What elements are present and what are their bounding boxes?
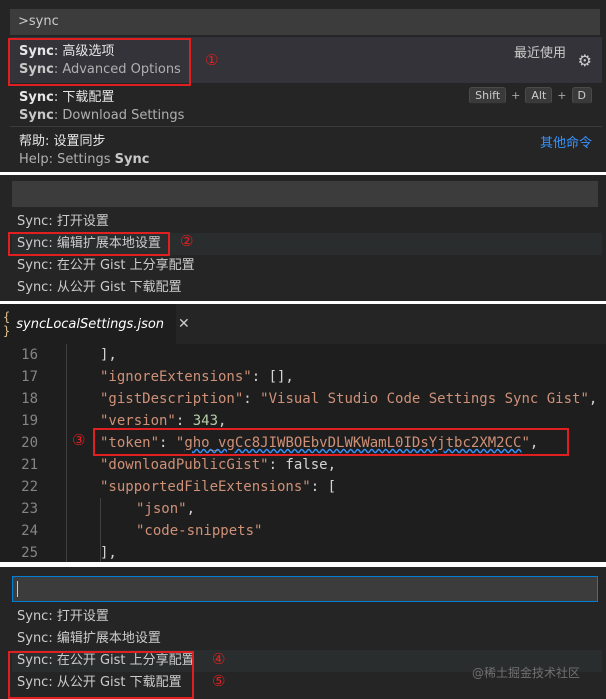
list-item[interactable]: Sync: 从公开 Gist 下载配置 bbox=[12, 277, 602, 299]
code-text: "supportedFileExtensions": [ bbox=[100, 479, 337, 495]
list-item[interactable]: Sync: 编辑扩展本地设置 bbox=[12, 628, 602, 650]
line-number: 19 bbox=[21, 413, 38, 429]
code-line[interactable]: 18 "gistDescription": "Visual Studio Code… bbox=[0, 388, 606, 410]
list-item[interactable]: Sync: 打开设置 bbox=[12, 211, 602, 233]
close-icon[interactable]: ✕ bbox=[178, 316, 190, 332]
command-item-label: 帮助: 设置同步 bbox=[19, 134, 106, 149]
code-text: "token": "gho_vgCc8JIWBOEbvDLWKWamL0IDsY… bbox=[100, 435, 539, 451]
command-item-detail-prefix: Sync bbox=[19, 108, 54, 123]
line-number: 18 bbox=[21, 391, 38, 407]
line-number: 20 bbox=[21, 435, 38, 451]
command-item-download-settings[interactable]: Sync: 下载配置 Sync: Download Settings Shift… bbox=[10, 83, 602, 126]
command-item-detail: : Advanced Options bbox=[53, 62, 181, 77]
list-item[interactable]: Sync: 打开设置 bbox=[12, 606, 602, 628]
key-alt: Alt bbox=[525, 87, 553, 104]
code-text: "version": 343, bbox=[100, 413, 227, 429]
code-text: "gistDescription": "Visual Studio Code S… bbox=[100, 391, 598, 407]
line-number: 24 bbox=[21, 523, 38, 539]
command-item-prefix: Sync bbox=[19, 44, 54, 59]
command-item-label: : 下载配置 bbox=[53, 90, 115, 105]
command-item-advanced-options[interactable]: Sync: 高级选项 Sync: Advanced Options 最近使用 ⚙ bbox=[10, 37, 602, 83]
command-item-prefix: Sync bbox=[19, 90, 54, 105]
command-item-help-settings-sync[interactable]: 帮助: 设置同步 Help: Settings Sync 其他命令 bbox=[10, 126, 602, 170]
quick-pick-input[interactable] bbox=[12, 576, 598, 602]
code-line[interactable]: 24 "code-snippets" bbox=[0, 520, 606, 542]
recently-used-label: 最近使用 bbox=[513, 46, 566, 61]
code-line[interactable]: 25], bbox=[0, 542, 606, 562]
code-editor: { } syncLocalSettings.json ✕ 16], 17 "igno… bbox=[0, 304, 606, 562]
code-text: ], bbox=[100, 545, 117, 561]
line-number: 16 bbox=[21, 347, 38, 363]
code-text: "ignoreExtensions": [], bbox=[100, 369, 294, 385]
command-palette-input[interactable]: >sync bbox=[10, 9, 600, 35]
watermark: @稀土掘金技术社区 bbox=[472, 666, 581, 680]
key-shift: Shift bbox=[469, 87, 507, 104]
tab-synclocalsettings[interactable]: { } syncLocalSettings.json ✕ bbox=[0, 304, 190, 344]
list-item[interactable]: Sync: 编辑扩展本地设置 bbox=[12, 233, 602, 255]
key-separator: + bbox=[557, 89, 567, 102]
code-text: "code-snippets" bbox=[136, 523, 263, 539]
annotation-number-4: ④ bbox=[212, 650, 226, 668]
annotation-number-1: ① bbox=[205, 51, 219, 69]
annotation-number-3: ③ bbox=[72, 431, 86, 449]
text-caret bbox=[17, 581, 18, 597]
gear-icon[interactable]: ⚙ bbox=[578, 51, 592, 70]
command-palette: >sync Sync: 高级选项 Sync: Advanced Options … bbox=[0, 0, 606, 172]
quick-pick-1: Sync: 打开设置 Sync: 编辑扩展本地设置 Sync: 在公开 Gist… bbox=[0, 175, 606, 301]
json-file-icon: { } bbox=[3, 310, 11, 338]
line-number: 25 bbox=[21, 545, 38, 561]
code-line[interactable]: 21 "downloadPublicGist": false, bbox=[0, 454, 606, 476]
keybinding: Shift + Alt + D bbox=[469, 87, 592, 104]
command-item-detail: : Download Settings bbox=[53, 108, 185, 123]
command-item-detail: Help: Settings bbox=[19, 152, 115, 167]
line-number: 22 bbox=[21, 479, 38, 495]
code-line[interactable]: 16], bbox=[0, 344, 606, 366]
other-commands-link[interactable]: 其他命令 bbox=[540, 132, 592, 151]
code-text: "json", bbox=[136, 501, 196, 517]
tab-bar: { } syncLocalSettings.json ✕ bbox=[0, 304, 606, 344]
code-area[interactable]: 16], 17 "ignoreExtensions": [], 18 "gistDesc… bbox=[0, 344, 606, 562]
quick-pick-input[interactable] bbox=[12, 181, 598, 207]
annotation-number-5: ⑤ bbox=[212, 672, 226, 690]
line-number: 21 bbox=[21, 457, 38, 473]
code-line[interactable]: 17 "ignoreExtensions": [], bbox=[0, 366, 606, 388]
code-text: ], bbox=[100, 347, 117, 363]
code-line[interactable]: 22 "supportedFileExtensions": [ bbox=[0, 476, 606, 498]
command-item-label: : 高级选项 bbox=[53, 44, 115, 59]
code-line[interactable]: 23 "json", bbox=[0, 498, 606, 520]
line-number: 17 bbox=[21, 369, 38, 385]
key-d: D bbox=[571, 87, 592, 104]
command-item-detail-prefix: Sync bbox=[19, 62, 54, 77]
list-item[interactable]: Sync: 在公开 Gist 上分享配置 bbox=[12, 255, 602, 277]
code-line[interactable]: 20 "token": "gho_vgCc8JIWBOEbvDLWKWamL0ID… bbox=[0, 432, 606, 454]
command-item-detail-suffix: Sync bbox=[114, 152, 150, 167]
code-text: "downloadPublicGist": false, bbox=[100, 457, 337, 473]
tab-label: syncLocalSettings.json bbox=[16, 316, 165, 332]
line-number: 23 bbox=[21, 501, 38, 517]
code-line[interactable]: 19 "version": 343, bbox=[0, 410, 606, 432]
key-separator: + bbox=[511, 89, 521, 102]
annotation-number-2: ② bbox=[180, 232, 194, 250]
